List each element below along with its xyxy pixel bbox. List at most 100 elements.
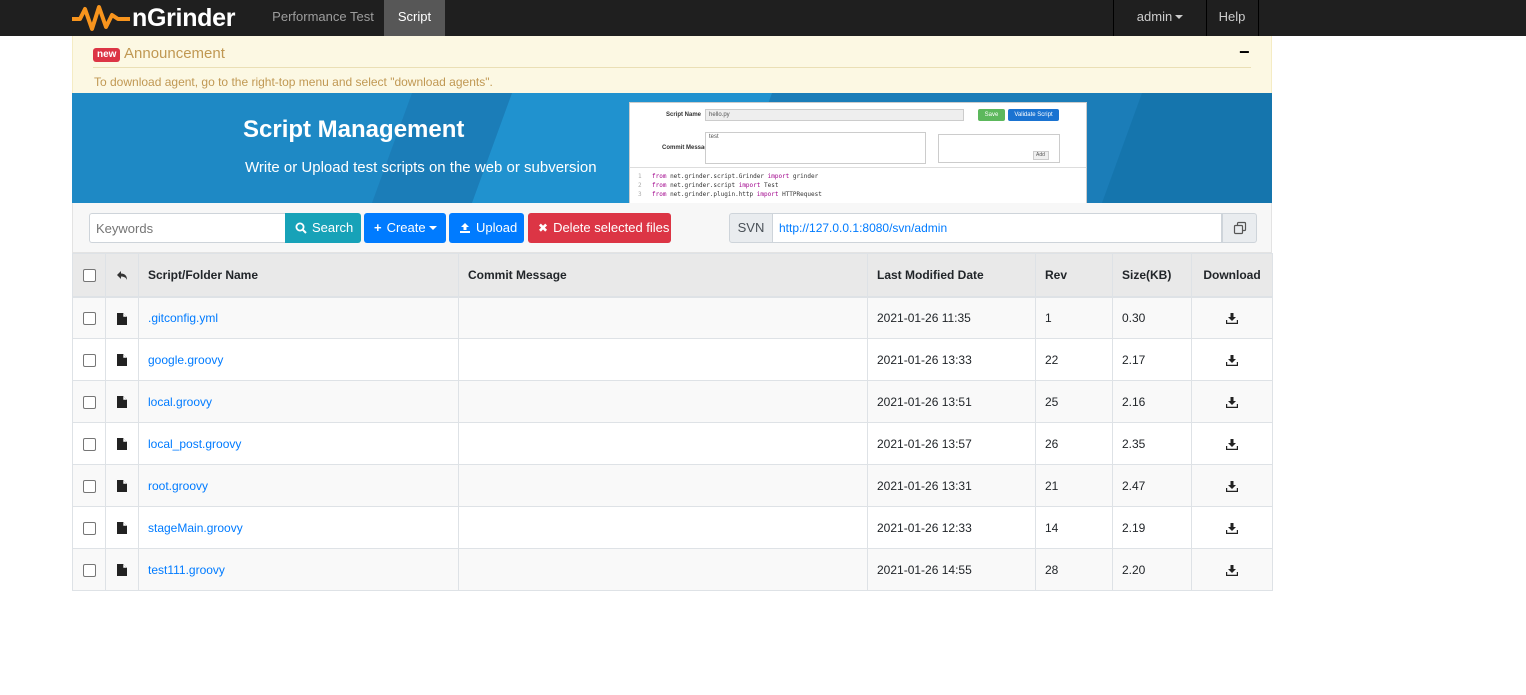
preview-code-line: 3 from net.grinder.plugin.http import HTT… bbox=[638, 190, 1086, 199]
row-checkbox[interactable] bbox=[82, 479, 96, 493]
user-menu-label: admin bbox=[1136, 9, 1173, 24]
svn-label: SVN bbox=[729, 213, 773, 243]
file-name-cell: google.groovy bbox=[138, 338, 459, 381]
download-icon[interactable] bbox=[1226, 438, 1238, 450]
create-dropdown-button[interactable]: + Create bbox=[364, 213, 446, 243]
code-keyword: from bbox=[652, 173, 667, 180]
keywords-input[interactable] bbox=[89, 213, 286, 243]
user-menu[interactable]: admin bbox=[1114, 0, 1206, 36]
row-checkbox[interactable] bbox=[82, 563, 96, 577]
download-icon[interactable] bbox=[1226, 522, 1238, 534]
rev-cell: 28 bbox=[1035, 548, 1113, 591]
download-cell bbox=[1191, 422, 1273, 465]
code-text: net.grinder.plugin.http bbox=[666, 191, 757, 198]
file-icon bbox=[117, 396, 127, 409]
file-name-link[interactable]: stageMain.groovy bbox=[148, 521, 243, 535]
row-checkbox[interactable] bbox=[82, 437, 96, 451]
file-name-cell: local_post.groovy bbox=[138, 422, 459, 465]
nav-performance-test[interactable]: Performance Test bbox=[262, 0, 384, 36]
col-header-name[interactable]: Script/Folder Name bbox=[138, 253, 459, 298]
download-icon[interactable] bbox=[1226, 354, 1238, 366]
size-cell: 2.19 bbox=[1112, 506, 1192, 549]
create-button-label: Create bbox=[386, 220, 426, 235]
script-table: Script/Folder Name Commit Message Last M… bbox=[72, 253, 1273, 591]
download-cell bbox=[1191, 464, 1273, 507]
preview-code: 1 from net.grinder.script.Grinder import … bbox=[630, 167, 1086, 203]
col-header-commit[interactable]: Commit Message bbox=[458, 253, 868, 298]
announcement-body: To download agent, go to the right-top m… bbox=[94, 75, 493, 89]
file-icon bbox=[117, 438, 127, 451]
code-keyword: import bbox=[756, 191, 779, 198]
preview-code-line: 2 from net.grinder.script import Test bbox=[638, 181, 1086, 190]
code-text: Test bbox=[760, 182, 779, 189]
file-name-cell: stageMain.groovy bbox=[138, 506, 459, 549]
modified-date-cell: 2021-01-26 13:51 bbox=[867, 380, 1036, 423]
row-checkbox[interactable] bbox=[82, 395, 96, 409]
row-checkbox[interactable] bbox=[82, 353, 96, 367]
col-header-size[interactable]: Size(KB) bbox=[1112, 253, 1192, 298]
size-cell: 2.16 bbox=[1112, 380, 1192, 423]
brand-name: nGrinder bbox=[132, 3, 236, 32]
commit-message-cell bbox=[458, 422, 868, 465]
reply-arrow-icon[interactable] bbox=[116, 270, 128, 281]
download-icon[interactable] bbox=[1226, 313, 1238, 325]
code-keyword: from bbox=[652, 182, 667, 189]
file-name-link[interactable]: test111.groovy bbox=[148, 563, 225, 577]
download-icon[interactable] bbox=[1226, 396, 1238, 408]
download-icon[interactable] bbox=[1226, 480, 1238, 492]
script-toolbar: Search + Create Upload ✖ Delete selected f… bbox=[72, 203, 1272, 253]
file-name-link[interactable]: google.groovy bbox=[148, 353, 223, 367]
download-cell bbox=[1191, 548, 1273, 591]
col-header-date[interactable]: Last Modified Date bbox=[867, 253, 1036, 298]
nav-divider bbox=[1258, 0, 1259, 36]
modified-date-cell: 2021-01-26 11:35 bbox=[867, 296, 1036, 339]
caret-down-icon bbox=[1175, 14, 1184, 19]
announcement-title: Announcement bbox=[124, 45, 225, 62]
select-all-checkbox[interactable] bbox=[82, 268, 96, 282]
delete-selected-button[interactable]: ✖ Delete selected files bbox=[528, 213, 671, 243]
rev-cell: 1 bbox=[1035, 296, 1113, 339]
collapse-toggle[interactable]: − bbox=[1239, 42, 1251, 63]
size-cell: 2.20 bbox=[1112, 548, 1192, 591]
rev-cell: 25 bbox=[1035, 380, 1113, 423]
rev-cell: 22 bbox=[1035, 338, 1113, 381]
preview-script-name-input: hello.py bbox=[705, 109, 964, 121]
modified-date-cell: 2021-01-26 13:57 bbox=[867, 422, 1036, 465]
file-name-link[interactable]: .gitconfig.yml bbox=[148, 311, 218, 325]
code-text: net.grinder.script bbox=[666, 182, 739, 189]
code-keyword: import bbox=[767, 173, 790, 180]
announcement-panel: new Announcement − To download agent, go… bbox=[72, 36, 1272, 93]
rev-cell: 14 bbox=[1035, 506, 1113, 549]
nav-script[interactable]: Script bbox=[384, 0, 445, 36]
file-name-link[interactable]: root.groovy bbox=[148, 479, 208, 493]
col-header-rev[interactable]: Rev bbox=[1035, 253, 1113, 298]
caret-down-icon bbox=[428, 225, 437, 230]
file-name-link[interactable]: local_post.groovy bbox=[148, 437, 241, 451]
file-icon bbox=[117, 480, 127, 493]
preview-add-button: Add bbox=[1033, 151, 1049, 160]
upload-button[interactable]: Upload bbox=[449, 213, 524, 243]
brand-logo[interactable]: nGrinder bbox=[72, 2, 235, 34]
table-row: stageMain.groovy 2021-01-26 12:33 14 2.19 bbox=[72, 506, 1273, 549]
download-cell bbox=[1191, 338, 1273, 381]
copy-icon bbox=[1233, 221, 1247, 235]
size-cell: 2.35 bbox=[1112, 422, 1192, 465]
download-icon[interactable] bbox=[1226, 564, 1238, 576]
nav-help[interactable]: Help bbox=[1206, 0, 1258, 36]
file-type-cell bbox=[105, 548, 139, 591]
search-button[interactable]: Search bbox=[285, 213, 361, 243]
line-number: 2 bbox=[638, 182, 642, 189]
commit-message-cell bbox=[458, 506, 868, 549]
commit-message-cell bbox=[458, 296, 868, 339]
size-cell: 2.17 bbox=[1112, 338, 1192, 381]
modified-date-cell: 2021-01-26 14:55 bbox=[867, 548, 1036, 591]
table-row: test111.groovy 2021-01-26 14:55 28 2.20 bbox=[72, 548, 1273, 591]
svn-url-link[interactable]: http://127.0.0.1:8080/svn/admin bbox=[773, 213, 1222, 243]
row-checkbox[interactable] bbox=[82, 311, 96, 325]
file-type-cell bbox=[105, 422, 139, 465]
table-row: root.groovy 2021-01-26 13:31 21 2.47 bbox=[72, 464, 1273, 507]
file-name-link[interactable]: local.groovy bbox=[148, 395, 212, 409]
code-keyword: import bbox=[738, 182, 761, 189]
row-checkbox[interactable] bbox=[82, 521, 96, 535]
copy-url-button[interactable] bbox=[1222, 213, 1257, 243]
